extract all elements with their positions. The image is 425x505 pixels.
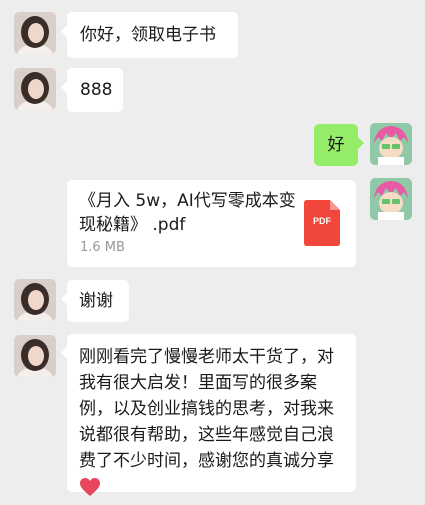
message-bubble[interactable]: 谢谢	[61, 280, 129, 322]
file-message-card[interactable]: 《月入 5w，AI代写零成本变现秘籍》 .pdf 1.6 MB PDF	[67, 180, 356, 267]
contact-avatar[interactable]	[14, 12, 56, 54]
message-bubble[interactable]: 888	[61, 68, 123, 112]
contact-avatar[interactable]	[14, 68, 56, 110]
message-text: 你好，领取电子书	[80, 25, 216, 45]
message-text: 刚刚看完了慢慢老师太干货了，对我有很大启发！里面写的很多案例，以及创业搞钱的思考…	[79, 347, 334, 471]
message-bubble[interactable]: 刚刚看完了慢慢老师太干货了，对我有很大启发！里面写的很多案例，以及创业搞钱的思考…	[61, 334, 356, 496]
my-avatar[interactable]	[370, 123, 412, 165]
message-text: 888	[80, 80, 113, 100]
contact-avatar[interactable]	[14, 279, 56, 321]
file-name: 《月入 5w，AI代写零成本变现秘籍》 .pdf	[79, 191, 296, 235]
pdf-file-icon: PDF	[304, 200, 340, 246]
file-size: 1.6 MB	[80, 240, 125, 255]
message-bubble[interactable]: 你好，领取电子书	[61, 12, 238, 58]
file-type-label: PDF	[313, 216, 331, 226]
message-bubble[interactable]: 好	[314, 124, 364, 166]
heart-icon	[79, 477, 101, 497]
my-avatar[interactable]	[370, 178, 412, 220]
contact-avatar[interactable]	[14, 335, 56, 377]
message-text: 谢谢	[79, 291, 113, 311]
message-text: 好	[327, 135, 345, 155]
